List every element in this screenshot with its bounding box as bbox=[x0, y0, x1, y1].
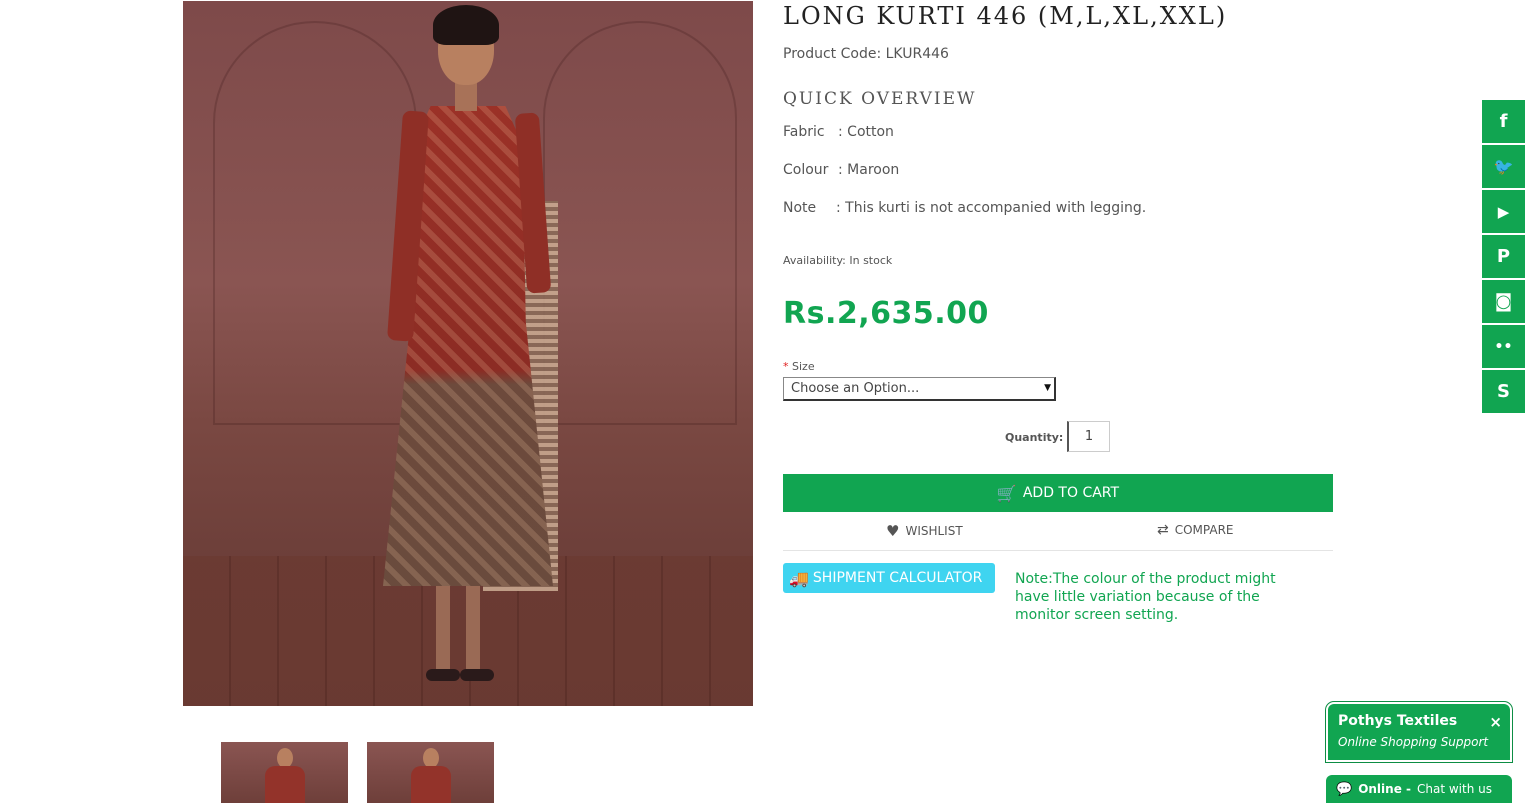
availability: Availability: In stock bbox=[783, 254, 893, 267]
quantity-label: Quantity: bbox=[1005, 431, 1064, 444]
dropdown-arrow-icon: ▼ bbox=[1044, 383, 1051, 393]
spec-note: Note : This kurti is not accompanied with… bbox=[783, 200, 1146, 216]
shipment-calculator-button[interactable]: 🚚 SHIPMENT CALCULATOR bbox=[783, 563, 995, 593]
wall-arch-decor bbox=[543, 21, 737, 425]
chat-bubble-icon: 💬 bbox=[1336, 781, 1353, 797]
spec-label: Note bbox=[783, 200, 817, 216]
youtube-icon[interactable]: ▶ bbox=[1482, 190, 1525, 233]
twitter-icon[interactable]: 🐦 bbox=[1482, 145, 1525, 188]
chat-cta: Chat with us bbox=[1417, 782, 1492, 796]
chat-subtitle: Online Shopping Support bbox=[1338, 735, 1489, 749]
compare-link[interactable]: ⇄ COMPARE bbox=[1157, 522, 1234, 538]
spec-label: Fabric bbox=[783, 124, 825, 140]
size-label-text: Size bbox=[792, 360, 815, 373]
model-hair bbox=[433, 5, 499, 45]
shipment-label: SHIPMENT CALCULATOR bbox=[812, 570, 983, 586]
quick-overview-heading: QUICK OVERVIEW bbox=[783, 89, 977, 109]
add-to-cart-label: ADD TO CART bbox=[1022, 485, 1120, 501]
wishlist-link[interactable]: ♥ WISHLIST bbox=[886, 522, 963, 540]
heart-icon: ♥ bbox=[886, 522, 900, 540]
product-title: LONG KURTI 446 (M,L,XL,XXL) bbox=[783, 2, 1228, 30]
social-sidebar: f 🐦 ▶ P ◙ •• S bbox=[1482, 100, 1525, 415]
spec-colour: Colour : Maroon bbox=[783, 162, 899, 178]
spec-value: : Cotton bbox=[838, 124, 894, 140]
pinterest-icon[interactable]: P bbox=[1482, 235, 1525, 278]
required-mark: * bbox=[783, 360, 789, 373]
chat-popup[interactable]: Pothys Textiles Online Shopping Support … bbox=[1325, 701, 1513, 763]
facebook-icon[interactable]: f bbox=[1482, 100, 1525, 143]
compare-icon: ⇄ bbox=[1157, 522, 1169, 538]
add-to-cart-button[interactable]: 🛒 ADD TO CART bbox=[783, 474, 1333, 512]
compare-label: COMPARE bbox=[1174, 523, 1234, 537]
model-legs bbox=[418, 586, 498, 681]
product-thumbnail[interactable] bbox=[367, 742, 494, 803]
wall-arch-decor bbox=[213, 21, 417, 425]
cart-icon: 🛒 bbox=[996, 483, 1017, 503]
spec-value: : Maroon bbox=[838, 162, 900, 178]
chat-title: Pothys Textiles bbox=[1338, 713, 1458, 729]
colour-variation-note: Note:The colour of the product might hav… bbox=[1015, 571, 1276, 623]
skype-icon[interactable]: S bbox=[1482, 370, 1525, 413]
chat-bar[interactable]: 💬 Online - Chat with us bbox=[1326, 775, 1512, 803]
product-code: Product Code: LKUR446 bbox=[783, 46, 949, 62]
close-icon[interactable]: × bbox=[1489, 713, 1502, 731]
divider bbox=[783, 550, 1333, 551]
truck-icon: 🚚 bbox=[789, 568, 809, 588]
product-main-image[interactable] bbox=[183, 1, 753, 706]
flickr-icon[interactable]: •• bbox=[1482, 325, 1525, 368]
spec-fabric: Fabric : Cotton bbox=[783, 124, 894, 140]
model-neck bbox=[455, 81, 477, 111]
spec-label: Colour bbox=[783, 162, 829, 178]
quantity-input[interactable]: 1 bbox=[1067, 421, 1110, 452]
product-price: Rs.2,635.00 bbox=[783, 296, 989, 331]
chat-status: Online - bbox=[1358, 782, 1411, 796]
size-label: * Size bbox=[783, 360, 815, 373]
wishlist-label: WISHLIST bbox=[905, 524, 963, 538]
instagram-icon[interactable]: ◙ bbox=[1482, 280, 1525, 323]
spec-value: : This kurti is not accompanied with leg… bbox=[836, 200, 1147, 216]
product-thumbnail[interactable] bbox=[221, 742, 348, 803]
size-select[interactable]: Choose an Option... ▼ bbox=[783, 377, 1056, 401]
size-select-value: Choose an Option... bbox=[791, 381, 920, 396]
